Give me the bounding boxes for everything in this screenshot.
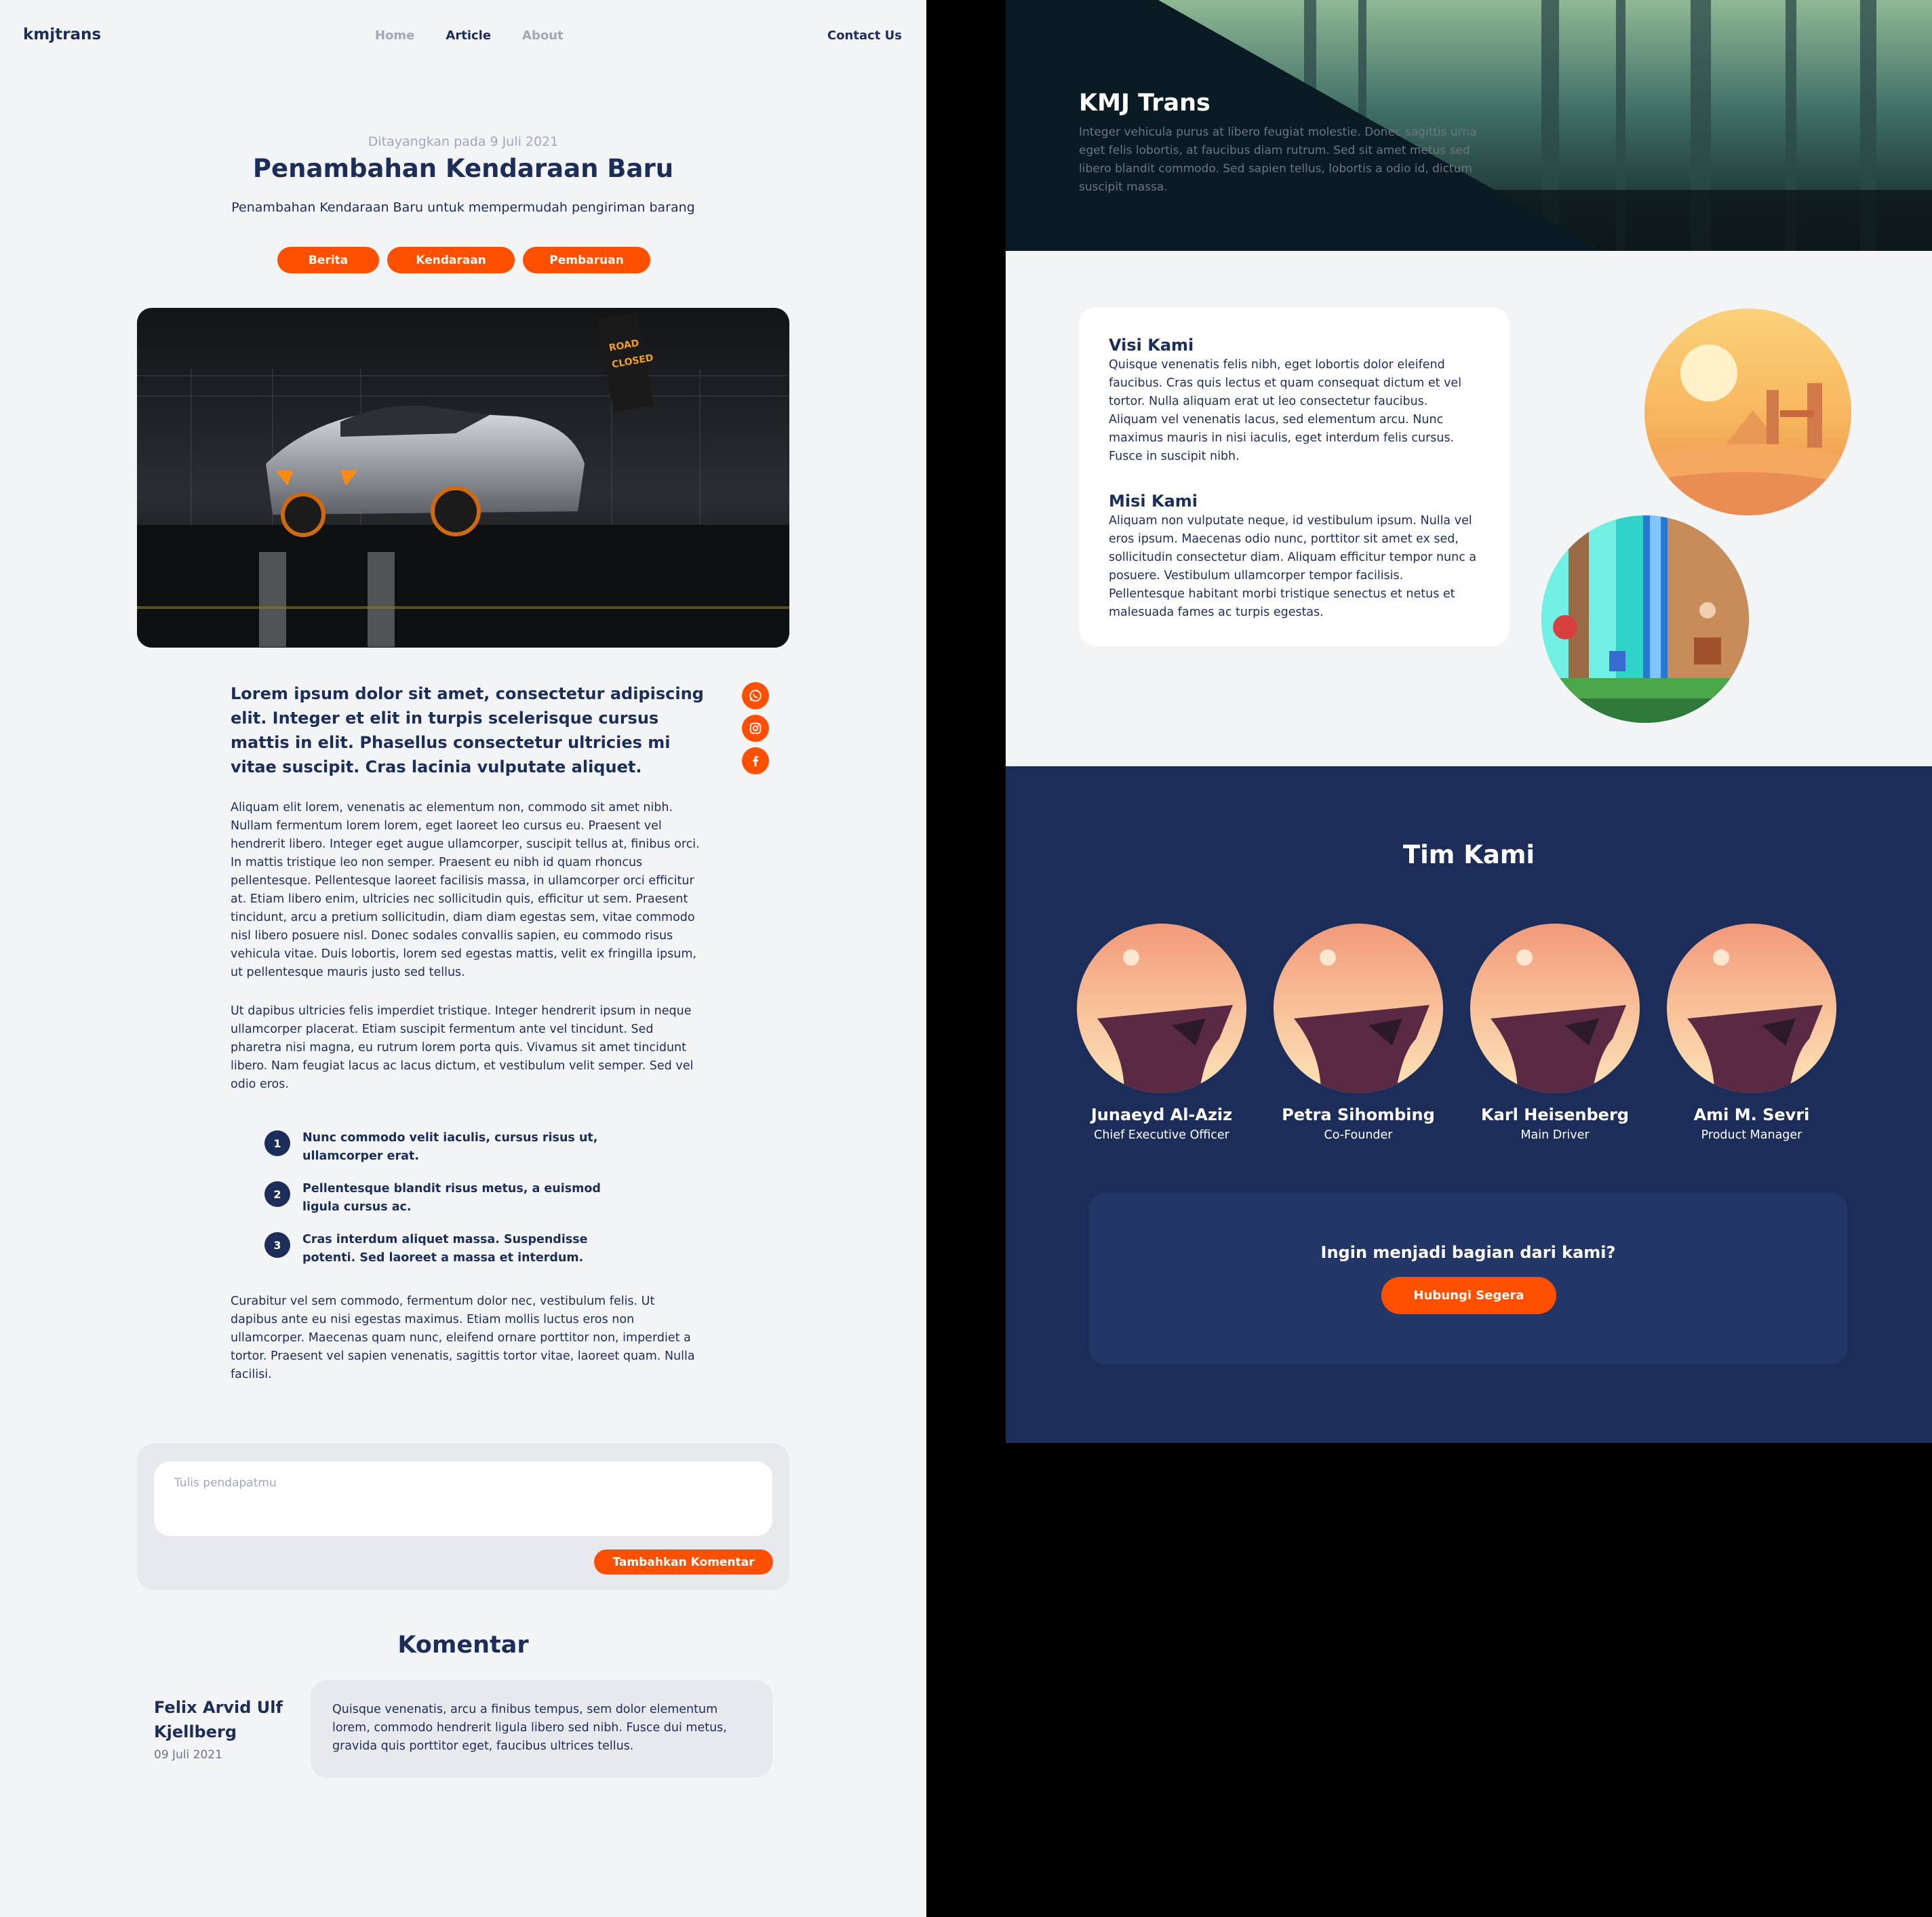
car-photo: ROAD CLOSED bbox=[137, 308, 789, 648]
main-nav: Home Article About bbox=[375, 28, 564, 43]
avatar bbox=[1077, 924, 1246, 1093]
list-item: 3 Cras interdum aliquet massa. Suspendis… bbox=[264, 1231, 635, 1267]
list-item-text: Cras interdum aliquet massa. Suspendisse… bbox=[302, 1233, 588, 1265]
about-page: KMJ Trans Integer vehicula purus at libe… bbox=[1006, 0, 1932, 1443]
member-name: Ami M. Sevri bbox=[1693, 1105, 1810, 1124]
tag-kendaraan[interactable]: Kendaraan bbox=[387, 247, 515, 273]
comment-input[interactable] bbox=[154, 1461, 772, 1536]
share-buttons bbox=[742, 682, 769, 774]
mission-heading: Misi Kami bbox=[1109, 492, 1198, 511]
list-item-text: Nunc commodo velit iaculis, cursus risus… bbox=[302, 1131, 598, 1163]
whatsapp-icon[interactable] bbox=[742, 682, 769, 709]
list-item: 1 Nunc commodo velit iaculis, cursus ris… bbox=[264, 1129, 635, 1166]
comments-heading: Komentar bbox=[397, 1632, 529, 1659]
nav-home-link[interactable]: Home bbox=[375, 28, 414, 43]
instagram-icon[interactable] bbox=[742, 715, 769, 742]
member-role: Product Manager bbox=[1701, 1128, 1802, 1142]
member-name: Junaeyd Al-Aziz bbox=[1090, 1105, 1233, 1124]
team-member: Ami M. Sevri Product Manager bbox=[1653, 924, 1850, 1142]
vision-heading: Visi Kami bbox=[1109, 336, 1194, 355]
article-lead: Lorem ipsum dolor sit amet, consectetur … bbox=[231, 684, 704, 776]
vision-mission-card: Visi Kami Quisque venenatis felis nibh, … bbox=[1079, 307, 1510, 646]
tag-pembaruan[interactable]: Pembaruan bbox=[523, 247, 650, 273]
list-item-text: Pellentesque blandit risus metus, a euis… bbox=[302, 1182, 601, 1214]
avatar bbox=[1667, 924, 1836, 1093]
nav-about-link[interactable]: About bbox=[522, 28, 564, 43]
member-role: Co-Founder bbox=[1324, 1128, 1393, 1142]
comment-body: Quisque venenatis, arcu a finibus tempus… bbox=[311, 1680, 772, 1777]
numbered-list: 1 Nunc commodo velit iaculis, cursus ris… bbox=[264, 1129, 635, 1282]
team-heading: Tim Kami bbox=[1402, 840, 1535, 869]
member-role: Main Driver bbox=[1520, 1128, 1590, 1142]
tag-list: Berita Kendaraan Pembaruan bbox=[277, 247, 650, 273]
member-role: Chief Executive Officer bbox=[1094, 1128, 1229, 1142]
comment-date: 09 Juli 2021 bbox=[154, 1748, 222, 1762]
nav-contact-link[interactable]: Contact Us bbox=[827, 28, 902, 43]
avatar bbox=[1274, 924, 1443, 1093]
article-paragraph: Aliquam elit lorem, venenatis ac element… bbox=[231, 801, 700, 979]
comment-author: Felix Arvid Ulf Kjellberg bbox=[154, 1698, 283, 1741]
team-member: Junaeyd Al-Aziz Chief Executive Officer bbox=[1063, 924, 1260, 1142]
team-section: Tim Kami Junaeyd Al-Aziz Chief Executive… bbox=[1006, 766, 1932, 1443]
desert-illustration bbox=[1644, 309, 1851, 515]
comment-form: Tambahkan Komentar bbox=[137, 1443, 789, 1590]
article-title: Penambahan Kendaraan Baru bbox=[252, 154, 674, 183]
mission-text: Aliquam non vulputate neque, id vestibul… bbox=[1109, 514, 1477, 619]
list-number: 3 bbox=[264, 1232, 290, 1258]
add-comment-button[interactable]: Tambahkan Komentar bbox=[594, 1549, 773, 1575]
vision-mission-section: Visi Kami Quisque venenatis felis nibh, … bbox=[1006, 251, 1932, 766]
team-member: Karl Heisenberg Main Driver bbox=[1457, 924, 1653, 1142]
facebook-icon[interactable] bbox=[742, 747, 769, 774]
vision-text: Quisque venenatis felis nibh, eget lobor… bbox=[1109, 358, 1462, 463]
posted-date: Ditayangkan pada 9 Juli 2021 bbox=[368, 134, 559, 149]
article-page: kmjtrans Home Article About Contact Us D… bbox=[0, 0, 926, 1917]
article-paragraph: Ut dapibus ultricies felis imperdiet tri… bbox=[231, 1004, 694, 1091]
team-member: Petra Sihombing Co-Founder bbox=[1260, 924, 1457, 1142]
about-hero: KMJ Trans Integer vehicula purus at libe… bbox=[1006, 0, 1932, 251]
list-item: 2 Pellentesque blandit risus metus, a eu… bbox=[264, 1180, 635, 1217]
tag-berita[interactable]: Berita bbox=[277, 247, 379, 273]
join-question: Ingin menjadi bagian dari kami? bbox=[1320, 1243, 1616, 1262]
article-paragraph: Curabitur vel sem commodo, fermentum dol… bbox=[231, 1295, 695, 1381]
join-banner: Ingin menjadi bagian dari kami? Hubungi … bbox=[1089, 1193, 1847, 1364]
about-hero-title: KMJ Trans bbox=[1079, 90, 1210, 117]
article-subtitle: Penambahan Kendaraan Baru untuk mempermu… bbox=[231, 200, 695, 215]
list-number: 2 bbox=[264, 1181, 290, 1207]
avatar bbox=[1470, 924, 1640, 1093]
list-number: 1 bbox=[264, 1130, 290, 1156]
nav-article-link[interactable]: Article bbox=[446, 28, 491, 43]
site-logo[interactable]: kmjtrans bbox=[23, 26, 101, 43]
member-name: Petra Sihombing bbox=[1282, 1105, 1435, 1124]
member-name: Karl Heisenberg bbox=[1481, 1105, 1629, 1124]
about-hero-text: Integer vehicula purus at libero feugiat… bbox=[1079, 125, 1477, 194]
contact-now-button[interactable]: Hubungi Segera bbox=[1381, 1277, 1556, 1314]
pixel-game-illustration bbox=[1541, 515, 1749, 723]
